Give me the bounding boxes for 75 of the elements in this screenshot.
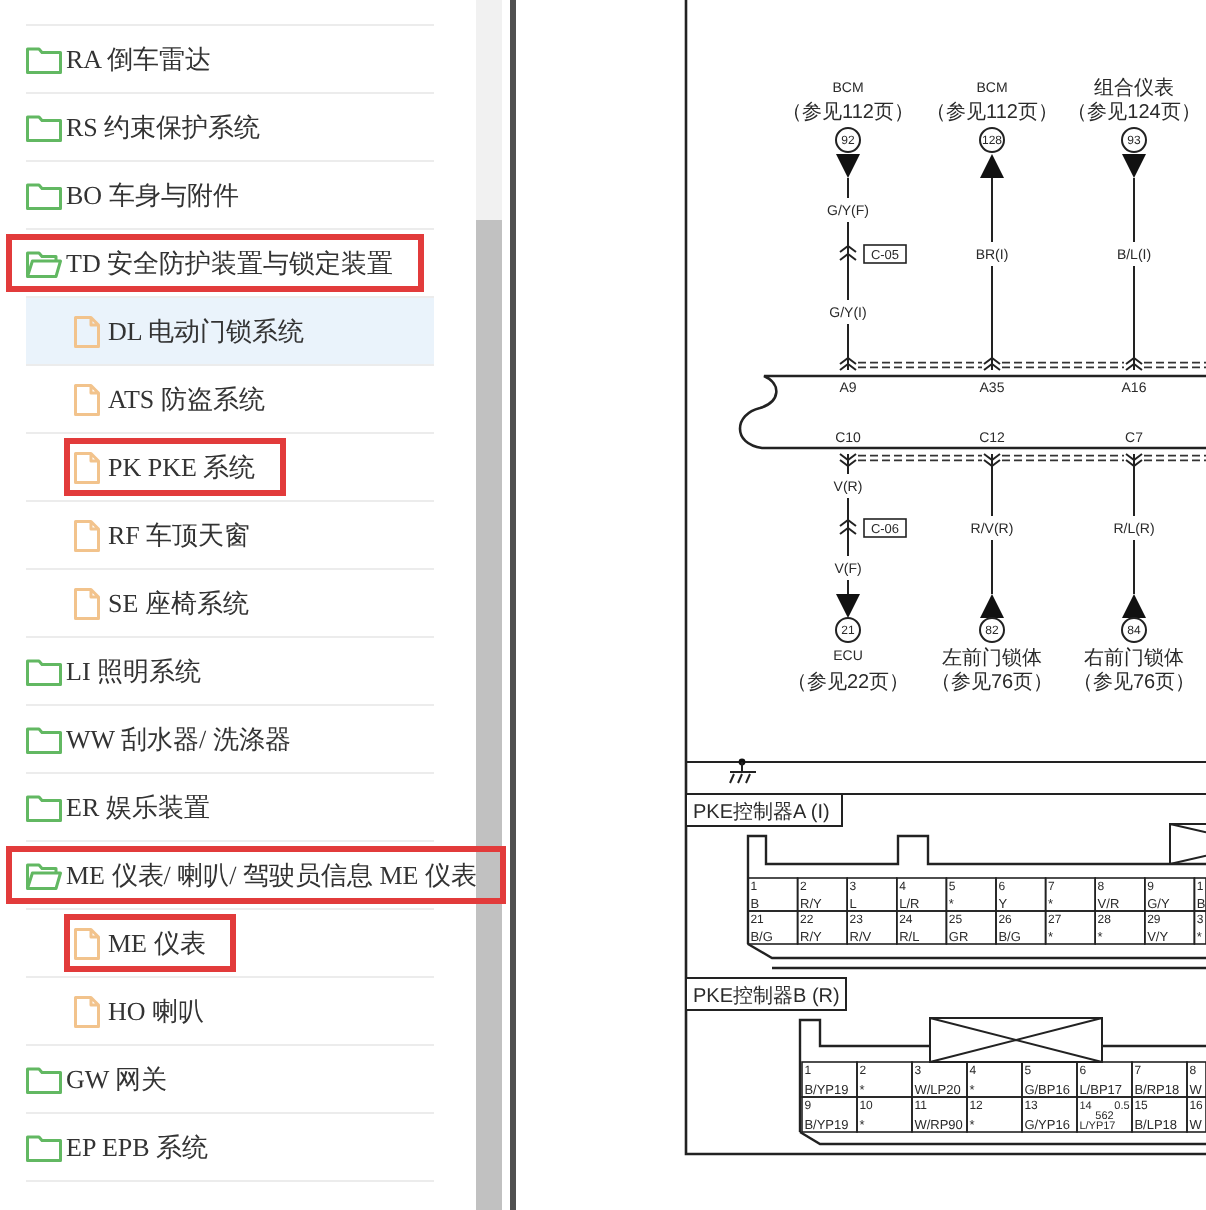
file-icon [74, 519, 100, 551]
terminal-name: 左前门锁体 [942, 648, 1042, 670]
wire [847, 465, 849, 475]
tree-item[interactable]: TD 安全防护装置与锁定装置 [6, 234, 424, 292]
tree-item[interactable]: DL 电动门锁系统 [74, 314, 305, 348]
wire [1133, 265, 1135, 359]
splice-icon [839, 243, 857, 265]
tree-item[interactable]: HO 喇叭 [74, 994, 205, 1028]
down-arrowhead-icon [836, 154, 860, 178]
tree-item[interactable]: RS 约束保护系统 [26, 110, 261, 144]
connector-pin-icon [1125, 356, 1143, 371]
connector-pin-icon [839, 356, 857, 371]
page-reference: （参见112页） [782, 102, 914, 124]
terminal-name: 右前门锁体 [1084, 648, 1184, 670]
page-reference: （参见124页） [1067, 102, 1201, 124]
connector-pin-icon [983, 453, 1001, 468]
wire [847, 497, 849, 519]
tree-item[interactable]: PK PKE 系统 [64, 438, 286, 496]
file-icon [74, 927, 100, 959]
terminal-name: 组合仪表 [1094, 78, 1174, 100]
tree-item[interactable]: SE 座椅系统 [74, 586, 249, 620]
wire [847, 323, 849, 359]
page-reference: （参见22页） [786, 672, 910, 694]
wire [991, 177, 993, 243]
scrollbar-thumb[interactable] [476, 220, 502, 1210]
tree-item[interactable]: ME 仪表/ 喇叭/ 驾驶员信息 ME 仪表 [6, 846, 507, 904]
dashed-line [857, 361, 983, 369]
connector-title: PKE控制器B (R) [685, 977, 847, 1011]
splice-icon [839, 517, 857, 539]
dashed-line [1001, 454, 1125, 462]
wire [1133, 465, 1135, 517]
wire [847, 221, 849, 245]
tree-item[interactable]: GW 网关 [26, 1062, 168, 1096]
connector-pin-icon [1125, 453, 1143, 468]
tree-item[interactable]: EP EPB 系统 [26, 1130, 209, 1164]
wire [991, 539, 993, 595]
page-reference: （参见76页） [930, 672, 1054, 694]
file-icon [74, 383, 100, 415]
tree-item[interactable]: RF 车顶天窗 [74, 518, 251, 552]
page-reference: （参见76页） [1072, 672, 1196, 694]
file-icon [74, 315, 100, 347]
wire [991, 265, 993, 359]
dashed-line [1001, 361, 1125, 369]
tree-item[interactable]: LI 照明系统 [26, 654, 202, 688]
tree-item[interactable]: RA 倒车雷达 [26, 42, 212, 76]
tree-item[interactable]: ER 娱乐装置 [26, 790, 210, 824]
crossed-box-icon [929, 1017, 1103, 1063]
dashed-line [857, 454, 983, 462]
wire [1133, 177, 1135, 243]
tree-item[interactable]: ME 仪表 [64, 914, 236, 972]
wire [991, 465, 993, 517]
up-arrowhead-icon [1122, 594, 1146, 618]
dashed-line [1143, 361, 1206, 369]
file-icon [74, 451, 100, 483]
tree-item[interactable]: BO 车身与附件 [26, 178, 239, 212]
tree-item[interactable]: ATS 防盗系统 [74, 382, 265, 416]
connector-pin-icon [839, 453, 857, 468]
up-arrowhead-icon [980, 594, 1004, 618]
wire [1133, 539, 1135, 595]
connector-pin-icon [983, 356, 1001, 371]
wire [847, 263, 849, 301]
crossed-box-icon [1169, 823, 1206, 865]
up-arrowhead-icon [980, 154, 1004, 178]
file-icon [74, 587, 100, 619]
down-arrowhead-icon [1122, 154, 1146, 178]
scrollbar[interactable] [476, 0, 502, 1210]
wire [847, 537, 849, 557]
wire [847, 177, 849, 199]
page-reference: （参见112页） [926, 102, 1058, 124]
dashed-line [1143, 454, 1206, 462]
wire [847, 579, 849, 595]
connector-title: PKE控制器A (I) [685, 793, 843, 827]
tree-item[interactable]: WW 刮水器/ 洗涤器 [26, 722, 291, 756]
file-icon [74, 995, 100, 1027]
down-arrowhead-icon [836, 594, 860, 618]
